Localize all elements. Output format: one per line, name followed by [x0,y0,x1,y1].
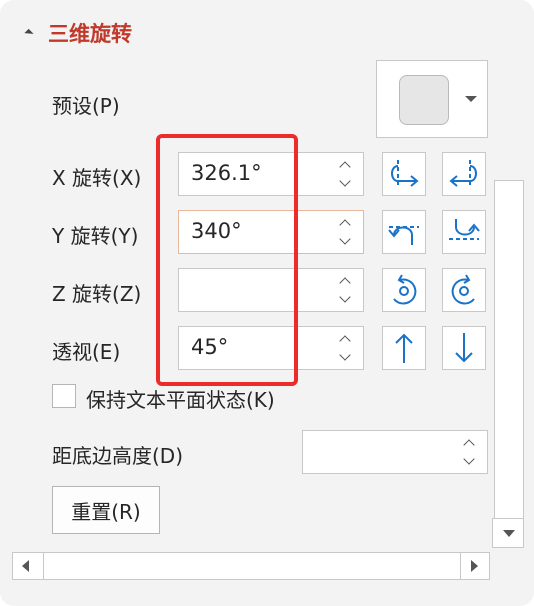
spin-up-icon[interactable] [339,219,351,231]
rotate-up-y-icon [388,226,419,245]
z-rotation-input[interactable] [178,268,364,312]
rotate-left-x-button[interactable] [382,152,426,196]
vertical-scrollbar[interactable] [492,0,526,548]
perspective-decrease-button[interactable] [442,326,486,370]
3d-rotation-panel: 三维旋转 预设(P) X 旋转(X) 326.1° Y 旋转(Y) 340° Z… [0,0,534,606]
z-rotation-label: Z 旋转(Z) [52,282,142,306]
perspective-increase-button[interactable] [382,326,426,370]
rotate-down-y-icon [449,219,480,240]
spin-down-icon[interactable] [339,175,351,187]
rotate-up-y-button[interactable] [382,210,426,254]
scroll-right-arrow-icon[interactable] [460,553,489,579]
spin-arrows[interactable] [339,333,353,365]
spin-down-icon[interactable] [339,233,351,245]
perspective-label: 透视(E) [52,340,121,364]
section-title: 三维旋转 [48,22,132,46]
rotate-down-y-button[interactable] [442,210,486,254]
rotate-clockwise-icon [451,274,475,305]
preset-label: 预设(P) [52,94,120,118]
collapse-arrow-icon[interactable] [24,28,34,38]
spin-up-icon[interactable] [339,277,351,289]
scroll-left-arrow-icon[interactable] [13,553,44,579]
y-rotation-label: Y 旋转(Y) [52,224,139,248]
y-rotation-value: 340° [191,219,242,243]
spin-arrows[interactable] [463,437,477,469]
distance-label: 距底边高度(D) [52,444,184,468]
scrollbar-thumb[interactable] [43,553,461,579]
arrow-up-icon [395,333,413,363]
rotate-clockwise-z-button[interactable] [442,268,486,312]
horizontal-scrollbar[interactable] [12,552,490,580]
rotate-counterclockwise-z-button[interactable] [382,268,426,312]
reset-button[interactable]: 重置(R) [52,486,160,534]
perspective-value: 45° [191,335,229,359]
perspective-input[interactable]: 45° [178,326,364,370]
x-rotation-value: 326.1° [191,161,262,185]
scrollbar-thumb[interactable] [494,180,524,520]
spin-up-icon[interactable] [339,335,351,347]
section-header[interactable]: 三维旋转 [24,18,132,48]
spin-arrows[interactable] [339,275,353,307]
keep-text-flat-label[interactable]: 保持文本平面状态(K) [86,384,275,413]
spin-up-icon[interactable] [339,161,351,173]
arrow-down-icon [455,333,473,363]
scroll-down-arrow-icon[interactable] [492,518,524,548]
spin-arrows[interactable] [339,159,353,191]
spin-down-icon[interactable] [339,291,351,303]
distance-input[interactable] [302,430,488,474]
spin-arrows[interactable] [339,217,353,249]
rotate-counterclockwise-icon [393,274,417,305]
preset-swatch [399,75,449,125]
spin-up-icon[interactable] [463,439,475,451]
y-rotation-input[interactable]: 340° [178,210,364,254]
spin-down-icon[interactable] [463,453,475,465]
spin-down-icon[interactable] [339,349,351,361]
dropdown-caret-icon [465,96,477,102]
keep-text-flat-checkbox[interactable] [52,384,76,408]
x-rotation-input[interactable]: 326.1° [178,152,364,196]
rotate-right-x-button[interactable] [442,152,486,196]
rotate-left-x-icon [391,160,419,188]
rotate-right-x-icon [449,160,477,188]
preset-dropdown[interactable] [376,60,488,138]
x-rotation-label: X 旋转(X) [52,166,142,190]
